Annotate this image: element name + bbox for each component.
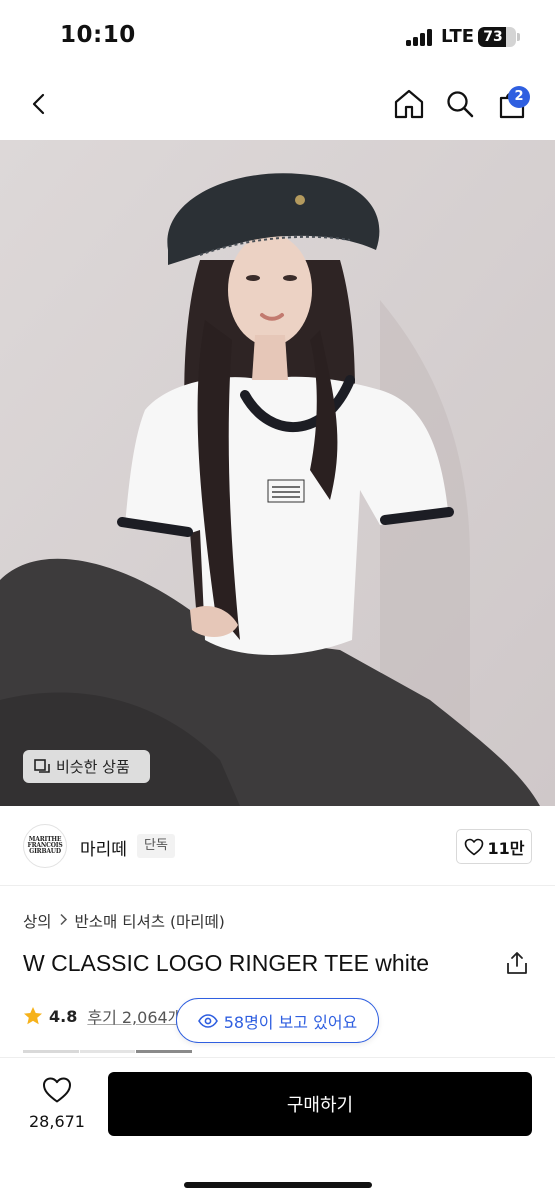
- bottom-action-bar: 28,671 구매하기: [0, 1057, 555, 1200]
- wishlist-button[interactable]: 28,671: [22, 1074, 92, 1138]
- breadcrumb: 상의 반소매 티셔츠 (마리떼): [23, 910, 225, 932]
- brand-like-button[interactable]: 11만: [456, 829, 532, 864]
- share-button[interactable]: [504, 950, 532, 978]
- similar-items-button[interactable]: 비슷한 상품: [23, 750, 150, 783]
- similar-items-label: 비슷한 상품: [56, 758, 130, 776]
- star-icon: [24, 1007, 42, 1025]
- similar-items-icon: [34, 758, 50, 773]
- brand-logo[interactable]: MARITHE FRANCOIS GIRBAUD: [23, 824, 67, 868]
- chevron-left-icon: [32, 93, 45, 115]
- product-title: W CLASSIC LOGO RINGER TEE white: [23, 950, 430, 976]
- brand-row: MARITHE FRANCOIS GIRBAUD 마리떼 단독 11만: [0, 806, 555, 886]
- rating-row: 4.8 후기 2,064개: [23, 1003, 182, 1029]
- status-bar: 10:10 LTE 73: [0, 0, 555, 68]
- breadcrumb-item[interactable]: 상의: [23, 910, 52, 932]
- product-photo: [0, 140, 555, 806]
- viewers-tooltip: 58명이 보고 있어요: [176, 998, 379, 1043]
- heart-icon: [464, 838, 483, 855]
- share-icon: [507, 952, 527, 974]
- search-icon: [447, 91, 474, 118]
- chevron-right-icon: [59, 912, 68, 930]
- brand-logo-line: GIRBAUD: [29, 848, 61, 855]
- eye-icon: [197, 1013, 218, 1028]
- status-time: 10:10: [60, 22, 136, 48]
- heart-icon: [43, 1077, 71, 1103]
- breadcrumb-item[interactable]: 반소매 티셔츠 (마리떼): [75, 910, 225, 932]
- signal-icon: [406, 28, 436, 46]
- back-button[interactable]: [20, 84, 60, 124]
- search-button[interactable]: [440, 84, 480, 124]
- brand-name[interactable]: 마리떼: [80, 835, 127, 860]
- rating-value: 4.8: [49, 1006, 78, 1026]
- exclusive-badge: 단독: [137, 834, 175, 858]
- review-link[interactable]: 후기 2,064개: [87, 1004, 182, 1028]
- buy-button[interactable]: 구매하기: [108, 1072, 532, 1136]
- wishlist-count: 28,671: [29, 1112, 85, 1131]
- home-indicator: [184, 1182, 372, 1188]
- nav-bar: [0, 68, 555, 140]
- viewers-label: 58명이 보고 있어요: [223, 1012, 358, 1032]
- brand-like-count: 11만: [487, 838, 525, 858]
- home-icon: [394, 89, 424, 119]
- cart-count-badge: 2: [508, 86, 530, 108]
- network-label: LTE: [441, 26, 475, 47]
- thumbnail-strip: [23, 1050, 193, 1056]
- battery-icon: 73: [478, 27, 516, 47]
- product-image[interactable]: [0, 140, 555, 806]
- battery-level: 73: [483, 29, 503, 45]
- home-button[interactable]: [389, 84, 429, 124]
- battery-cap: [517, 33, 520, 41]
